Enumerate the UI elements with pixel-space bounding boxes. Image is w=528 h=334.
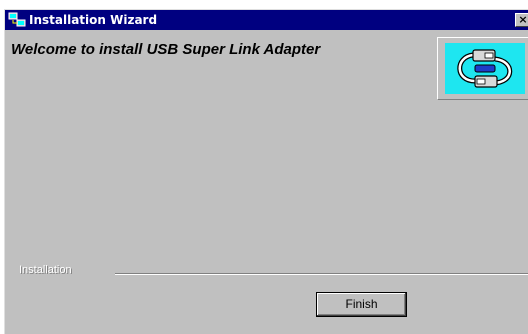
usb-link-icon — [445, 43, 525, 94]
finish-button[interactable]: Finish — [316, 292, 407, 317]
close-icon: × — [518, 13, 528, 26]
close-button[interactable]: × — [515, 13, 528, 27]
title-bar[interactable]: Installation Wizard × — [5, 10, 528, 30]
logo-frame — [437, 37, 528, 100]
computer-network-icon — [8, 12, 26, 28]
welcome-heading: Welcome to install USB Super Link Adapte… — [11, 41, 321, 58]
window-title: Installation Wizard — [29, 13, 158, 27]
installation-group-label: Installation — [19, 264, 72, 276]
installation-wizard-window: Installation Wizard × Welcome to install… — [4, 9, 528, 334]
group-divider — [115, 273, 528, 275]
